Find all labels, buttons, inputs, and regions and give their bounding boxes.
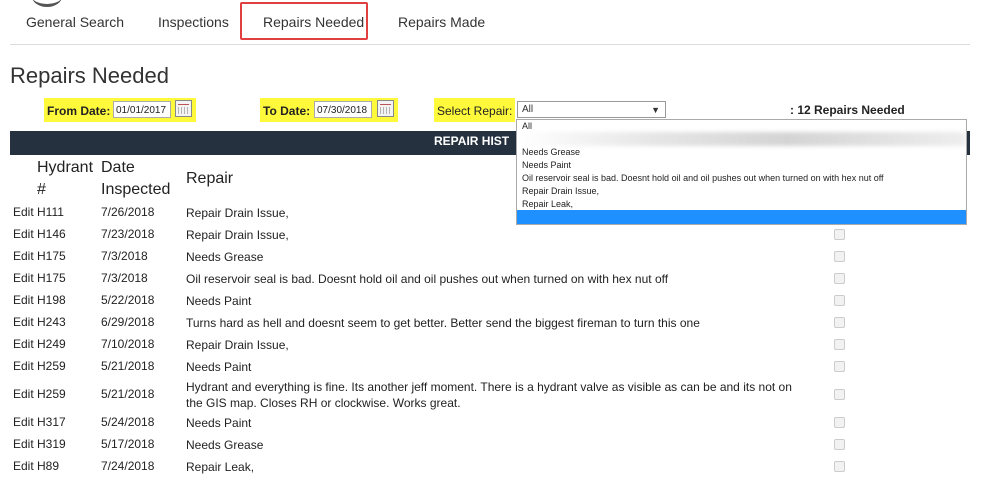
row-checkbox[interactable] <box>834 229 845 240</box>
date-inspected: 5/17/2018 <box>101 437 155 451</box>
date-inspected: 5/24/2018 <box>101 415 155 429</box>
dropdown-option-needs-paint[interactable]: Needs Paint <box>522 160 571 170</box>
edit-link[interactable]: Edit <box>13 227 34 241</box>
dropdown-option-repair-leak[interactable]: Repair Leak, <box>522 199 573 209</box>
date-inspected: 6/29/2018 <box>101 315 155 329</box>
select-repair-label: Select Repair: <box>437 104 513 118</box>
date-inspected: 7/3/2018 <box>101 249 148 263</box>
repair-text: Hydrant and everything is fine. Its anot… <box>186 380 792 410</box>
hydrant-id: H249 <box>37 337 66 351</box>
dropdown-highlighted-option[interactable] <box>517 210 966 224</box>
logo <box>32 0 62 7</box>
row-checkbox[interactable] <box>834 317 845 328</box>
repairs-count: : 12 Repairs Needed <box>790 103 905 117</box>
edit-link[interactable]: Edit <box>13 359 34 373</box>
date-inspected: 7/10/2018 <box>101 337 155 351</box>
col-hydrant-header-2: # <box>37 181 46 198</box>
tab-inspections[interactable]: Inspections <box>158 14 229 30</box>
edit-link[interactable]: Edit <box>13 249 34 263</box>
row-checkbox[interactable] <box>834 439 845 450</box>
edit-link[interactable]: Edit <box>13 271 34 285</box>
repair-text: Needs Paint <box>186 294 252 308</box>
repair-text: Repair Drain Issue, <box>186 338 289 352</box>
tab-repairs-needed[interactable]: Repairs Needed <box>263 14 364 30</box>
hydrant-id: H146 <box>37 227 66 241</box>
row-checkbox[interactable] <box>834 295 845 306</box>
dropdown-blurred-option <box>518 132 966 146</box>
edit-link[interactable]: Edit <box>13 205 34 219</box>
edit-link[interactable]: Edit <box>13 315 34 329</box>
tab-general-search[interactable]: General Search <box>26 14 124 30</box>
from-date-label: From Date: <box>47 104 111 118</box>
date-inspected: 7/26/2018 <box>101 205 155 219</box>
repair-text: Needs Paint <box>186 416 252 430</box>
to-date-label: To Date: <box>263 104 311 118</box>
row-checkbox[interactable] <box>834 417 845 428</box>
hydrant-id: H243 <box>37 315 66 329</box>
hydrant-id: H317 <box>37 415 66 429</box>
edit-link[interactable]: Edit <box>13 293 34 307</box>
dropdown-option-oil-reservoir[interactable]: Oil reservoir seal is bad. Doesnt hold o… <box>522 173 884 183</box>
edit-link[interactable]: Edit <box>13 437 34 451</box>
date-inspected: 7/24/2018 <box>101 459 155 473</box>
to-date-input[interactable]: 07/30/2018 <box>314 101 372 118</box>
col-hydrant-header: Hydrant <box>37 159 94 176</box>
row-checkbox[interactable] <box>834 339 845 350</box>
date-inspected: 7/23/2018 <box>101 227 155 241</box>
hydrant-id: H111 <box>37 205 64 219</box>
repair-text: Needs Paint <box>186 360 252 374</box>
repair-text: Repair Leak, <box>186 460 255 474</box>
date-inspected: 5/21/2018 <box>101 387 155 401</box>
hydrant-id: H259 <box>37 387 66 401</box>
dropdown-option-all[interactable]: All <box>522 121 532 131</box>
date-inspected: 5/22/2018 <box>101 293 155 307</box>
date-inspected: 7/3/2018 <box>101 271 148 285</box>
from-date-input[interactable]: 01/01/2017 <box>113 101 171 118</box>
repair-text: Needs Grease <box>186 438 264 452</box>
edit-link[interactable]: Edit <box>13 415 34 429</box>
table-title: REPAIR HIST <box>434 134 510 148</box>
row-checkbox[interactable] <box>834 389 845 400</box>
col-repair-header: Repair <box>186 170 234 187</box>
col-date-header-2: Inspected <box>101 181 171 198</box>
edit-link[interactable]: Edit <box>13 459 34 473</box>
repair-text: Needs Grease <box>186 250 264 264</box>
tab-repairs-made[interactable]: Repairs Made <box>398 14 485 30</box>
row-checkbox[interactable] <box>834 273 845 284</box>
page-title: Repairs Needed <box>10 63 169 88</box>
edit-link[interactable]: Edit <box>13 387 34 401</box>
repair-text: Repair Drain Issue, <box>186 228 289 242</box>
hydrant-id: H89 <box>37 459 60 473</box>
dropdown-option-needs-grease[interactable]: Needs Grease <box>522 147 580 157</box>
date-inspected: 5/21/2018 <box>101 359 155 373</box>
top-nav <box>10 0 970 45</box>
row-checkbox[interactable] <box>834 461 845 472</box>
hydrant-id: H175 <box>37 271 66 285</box>
hydrant-id: H319 <box>37 437 66 451</box>
hydrant-id: H198 <box>37 293 66 307</box>
repair-select[interactable]: All ▼ <box>517 101 666 118</box>
from-calendar-icon[interactable] <box>175 100 192 117</box>
repair-dropdown-list: All Needs Grease Needs Paint Oil reservo… <box>516 119 967 225</box>
dropdown-option-repair-drain[interactable]: Repair Drain Issue, <box>522 186 599 196</box>
hydrant-id: H259 <box>37 359 66 373</box>
edit-link[interactable]: Edit <box>13 337 34 351</box>
row-checkbox[interactable] <box>834 251 845 262</box>
to-calendar-icon[interactable] <box>377 100 394 117</box>
col-date-header: Date <box>101 159 135 176</box>
repair-text: Oil reservoir seal is bad. Doesnt hold o… <box>186 272 669 286</box>
repair-text: Turns hard as hell and doesnt seem to ge… <box>186 316 700 330</box>
hydrant-id: H175 <box>37 249 66 263</box>
chevron-down-icon: ▼ <box>651 105 660 115</box>
repair-select-value: All <box>522 104 534 115</box>
row-checkbox[interactable] <box>834 361 845 372</box>
